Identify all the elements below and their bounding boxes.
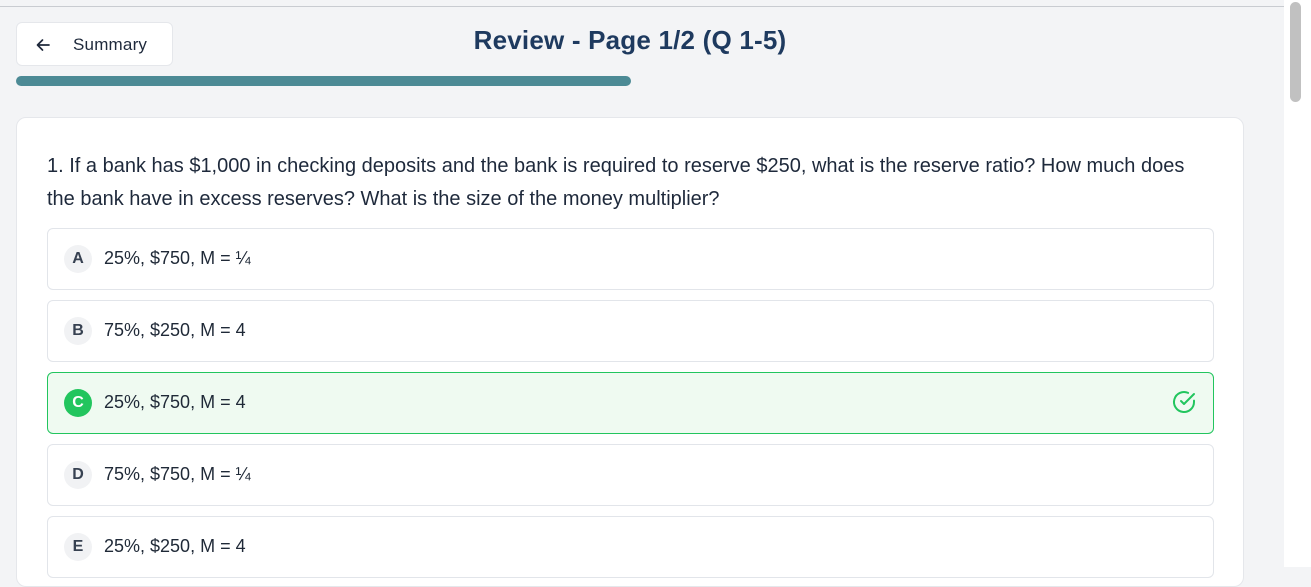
check-circle-icon — [1171, 389, 1197, 415]
scrollbar-thumb[interactable] — [1290, 2, 1301, 102]
option-text: 25%, $750, M = ¼ — [104, 248, 251, 268]
option-letter: B — [64, 317, 92, 345]
option-b[interactable]: B 75%, $250, M = 4 — [47, 300, 1214, 362]
option-letter: C — [64, 389, 92, 417]
page-title: Review - Page 1/2 (Q 1-5) — [473, 25, 787, 55]
option-text: 75%, $250, M = 4 — [104, 320, 246, 340]
option-c[interactable]: C 25%, $750, M = 4 — [47, 372, 1214, 434]
page-scrollbar[interactable] — [1284, 0, 1311, 567]
question-text: 1. If a bank has $1,000 in checking depo… — [47, 155, 1185, 210]
option-text: 25%, $250, M = 4 — [104, 536, 246, 556]
option-a[interactable]: A 25%, $750, M = ¼ — [47, 228, 1214, 290]
option-letter: E — [64, 533, 92, 561]
option-d[interactable]: D 75%, $750, M = ¼ — [47, 444, 1214, 506]
option-e[interactable]: E 25%, $250, M = 4 — [47, 516, 1214, 578]
question-card: 1. If a bank has $1,000 in checking depo… — [16, 117, 1244, 587]
option-text: 25%, $750, M = 4 — [104, 392, 246, 412]
option-letter: D — [64, 461, 92, 489]
progress-bar — [16, 76, 631, 86]
progress-bar-fill — [16, 76, 631, 86]
option-letter: A — [64, 245, 92, 273]
header: Summary Review - Page 1/2 (Q 1-5) — [0, 7, 1284, 87]
option-text: 75%, $750, M = ¼ — [104, 464, 251, 484]
